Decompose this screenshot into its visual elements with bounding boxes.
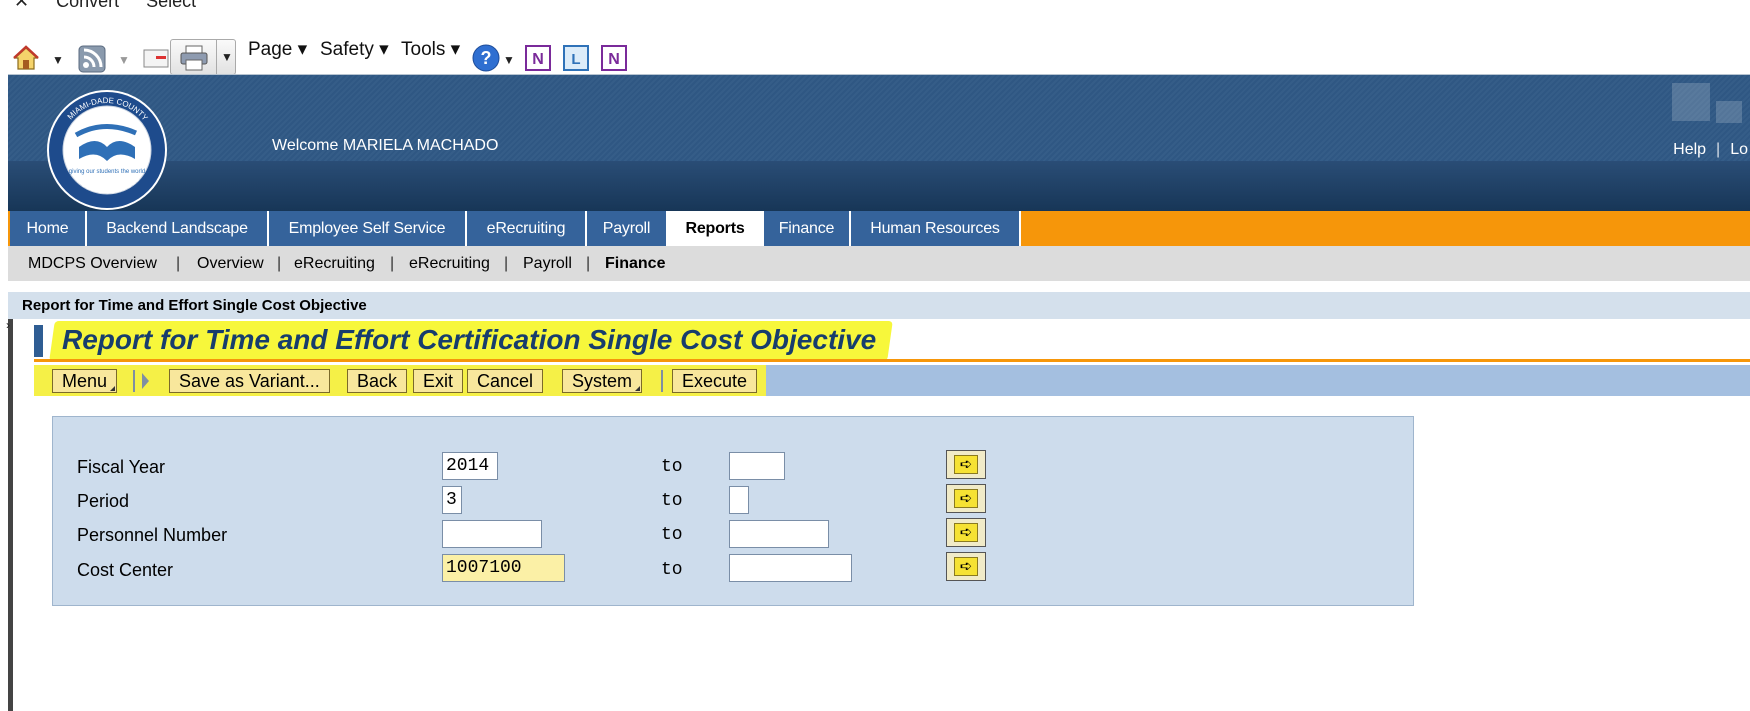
main-tabs: Home Backend Landscape Employee Self Ser… [8, 211, 1750, 246]
subnav-overview[interactable]: Overview [197, 246, 264, 281]
command-bar: ▼ ▼ ▼ Page ▾ Safety ▾ Tools ▾ ? ▼ N L N [0, 12, 1750, 75]
tab-human-resources[interactable]: Human Resources [851, 211, 1021, 246]
district-logo: giving our students the world MIAMI-DADE… [47, 90, 167, 210]
title-accent [34, 325, 43, 357]
svg-text:giving our students the world: giving our students the world [69, 169, 145, 175]
back-button[interactable]: Back [347, 369, 408, 393]
svg-text:L: L [571, 51, 580, 68]
personnel-number-from-input[interactable] [442, 520, 542, 548]
convert-menu[interactable]: Convert [56, 0, 119, 11]
close-icon[interactable]: ✕ [14, 0, 29, 11]
subnav-erecruiting-2[interactable]: eRecruiting [409, 246, 490, 281]
svg-text:N: N [608, 51, 620, 68]
subnav-mdcps-overview[interactable]: MDCPS Overview [28, 246, 157, 281]
page-header: Report for Time and Effort Certification… [34, 321, 1750, 361]
browser-window: ✕ Convert Select ▼ ▼ ▼ Page ▾ Safety ▾ T… [0, 0, 1750, 711]
selection-panel: Fiscal Year to ➪ Period to ➪ Personnel N… [52, 416, 1414, 606]
sub-navigation: MDCPS Overview | Overview | eRecruiting … [8, 246, 1750, 281]
tab-payroll[interactable]: Payroll [587, 211, 668, 246]
navigation-panel-collapsed[interactable] [8, 319, 13, 711]
arrow-right-icon: ➪ [954, 489, 978, 508]
system-button[interactable]: System [562, 369, 643, 393]
expand-panel-icon[interactable]: › [6, 318, 10, 332]
breadcrumb: Report for Time and Effort Single Cost O… [8, 292, 1750, 319]
tools-menu[interactable]: Tools ▾ [401, 38, 460, 61]
select-menu[interactable]: Select [146, 0, 196, 11]
personnel-number-to-input[interactable] [729, 520, 829, 548]
welcome-message: Welcome MARIELA MACHADO [272, 137, 499, 154]
tab-erecruiting[interactable]: eRecruiting [467, 211, 587, 246]
arrow-right-icon: ➪ [954, 557, 978, 576]
menu-button[interactable]: Menu [52, 369, 118, 393]
period-label: Period [77, 491, 130, 511]
save-as-variant-button[interactable]: Save as Variant... [169, 369, 330, 393]
logoff-link[interactable]: Lo [1730, 141, 1748, 158]
page-title: Report for Time and Effort Certification… [62, 324, 877, 355]
feeds-dropdown-icon[interactable]: ▼ [118, 53, 130, 67]
safety-menu[interactable]: Safety ▾ [320, 38, 389, 61]
tab-home[interactable]: Home [10, 211, 87, 246]
svg-text:N: N [532, 51, 544, 68]
arrow-right-icon: ➪ [954, 455, 978, 474]
cost-center-to-label: to [661, 560, 683, 580]
help-dropdown-icon[interactable]: ▼ [503, 53, 515, 67]
mail-icon[interactable] [142, 46, 170, 70]
fiscal-year-from-input[interactable] [442, 452, 498, 480]
personnel-number-label: Personnel Number [77, 525, 228, 545]
cost-center-label: Cost Center [77, 560, 174, 580]
header-decoration [1716, 101, 1742, 123]
personnel-number-multiple-selection-button[interactable]: ➪ [946, 518, 986, 547]
toolbar-separator [133, 370, 135, 392]
header-links: Help | Lo [1673, 141, 1748, 158]
svg-text:?: ? [481, 48, 492, 68]
toolbar-expand-icon[interactable] [142, 373, 149, 389]
subnav-erecruiting[interactable]: eRecruiting [294, 246, 375, 281]
cost-center-from-input[interactable] [442, 554, 565, 582]
personnel-number-to-label: to [661, 525, 683, 545]
cost-center-to-input[interactable] [729, 554, 852, 582]
favorites-bar: ✕ Convert Select [0, 0, 1750, 12]
printer-icon [180, 45, 208, 71]
print-button[interactable]: ▼ [170, 39, 236, 75]
cost-center-multiple-selection-button[interactable]: ➪ [946, 552, 986, 581]
feeds-icon[interactable] [78, 45, 106, 73]
onenote-icon[interactable]: N [524, 44, 552, 72]
fiscal-year-to-label: to [661, 457, 683, 477]
cancel-button[interactable]: Cancel [467, 369, 544, 393]
tab-reports[interactable]: Reports [668, 211, 764, 246]
tab-finance[interactable]: Finance [764, 211, 851, 246]
fiscal-year-multiple-selection-button[interactable]: ➪ [946, 450, 986, 479]
toolbar-separator [661, 370, 663, 392]
page-menu[interactable]: Page ▾ [248, 38, 307, 61]
portal-header: giving our students the world MIAMI-DADE… [8, 74, 1750, 211]
execute-button[interactable]: Execute [672, 369, 758, 393]
period-to-label: to [661, 491, 683, 511]
exit-button[interactable]: Exit [413, 369, 464, 393]
help-icon[interactable]: ? [472, 44, 500, 72]
tab-backend-landscape[interactable]: Backend Landscape [87, 211, 269, 246]
application-toolbar: Menu Save as Variant... Back Exit Cancel… [34, 365, 1750, 396]
header-decoration [1672, 83, 1710, 121]
fiscal-year-label: Fiscal Year [77, 457, 166, 477]
arrow-right-icon: ➪ [954, 523, 978, 542]
title-divider [34, 359, 1750, 362]
help-link[interactable]: Help [1673, 141, 1706, 158]
subnav-finance[interactable]: Finance [605, 246, 665, 281]
fiscal-year-to-input[interactable] [729, 452, 785, 480]
period-to-input[interactable] [729, 486, 749, 514]
home-icon[interactable] [12, 44, 40, 72]
home-dropdown-icon[interactable]: ▼ [52, 53, 64, 67]
lync-icon[interactable]: L [562, 44, 590, 72]
period-multiple-selection-button[interactable]: ➪ [946, 484, 986, 513]
onenote-linked-icon[interactable]: N [600, 44, 628, 72]
tab-employee-self-service[interactable]: Employee Self Service [269, 211, 467, 246]
print-dropdown-icon[interactable]: ▼ [221, 50, 233, 64]
subnav-payroll[interactable]: Payroll [523, 246, 572, 281]
period-from-input[interactable] [442, 486, 462, 514]
